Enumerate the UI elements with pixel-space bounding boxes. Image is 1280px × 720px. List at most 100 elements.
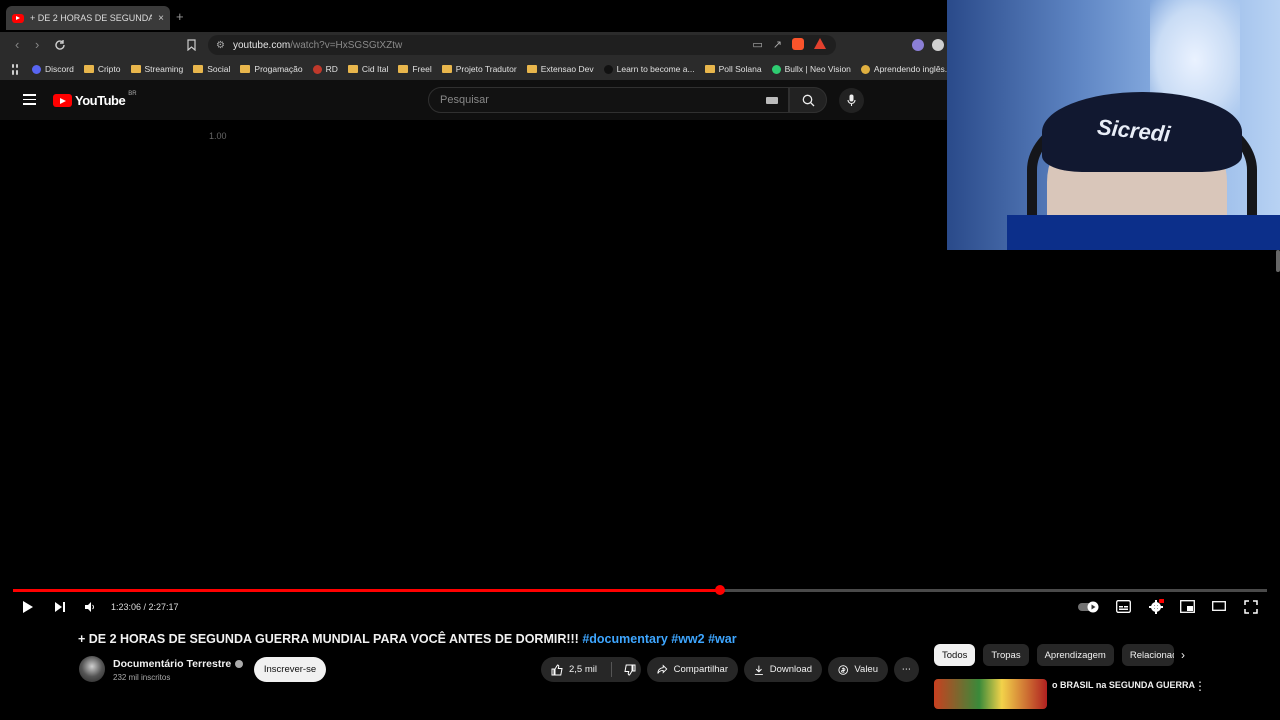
menu-icon[interactable] — [23, 94, 36, 105]
tab-title: + DE 2 HORAS DE SEGUNDA GU — [30, 13, 153, 23]
browser-tab-active[interactable]: + DE 2 HORAS DE SEGUNDA GU × — [6, 6, 170, 30]
thanks-label: Valeu — [854, 664, 878, 675]
youtube-logo[interactable]: YouTube BR — [53, 90, 137, 108]
like-icon[interactable] — [551, 663, 563, 676]
bookmark-item[interactable]: Cripto — [83, 64, 121, 74]
bookmark-label: Social — [207, 64, 231, 74]
bookmark-item[interactable]: Social — [193, 64, 230, 74]
apps-grid-icon[interactable] — [12, 63, 18, 75]
chevron-right-icon[interactable]: › — [1181, 648, 1185, 662]
theater-mode-icon[interactable] — [1212, 601, 1226, 611]
site-settings-icon[interactable]: ⚙ — [216, 40, 225, 51]
channel-avatar[interactable] — [79, 656, 105, 682]
folder-icon — [83, 65, 94, 73]
youtube-masthead: YouTube BR Pesquisar — [0, 80, 948, 120]
search-button[interactable] — [789, 87, 827, 113]
thanks-button[interactable]: Valeu — [828, 657, 888, 682]
bookmark-label: Extensao Dev — [540, 64, 594, 74]
progress-bar[interactable] — [13, 585, 1267, 595]
bookmark-item[interactable]: Learn to become a... — [603, 64, 695, 74]
filter-chip[interactable]: Relacionad — [1121, 644, 1174, 666]
dislike-icon[interactable] — [624, 664, 636, 676]
search-placeholder: Pesquisar — [440, 94, 489, 106]
search-input[interactable]: Pesquisar — [428, 87, 789, 113]
bookmark-item[interactable]: Bullx | Neo Vision — [771, 64, 851, 74]
verified-badge-icon — [235, 660, 244, 669]
bookmark-item[interactable]: Progamação — [240, 64, 303, 74]
play-icon[interactable] — [22, 600, 34, 614]
brave-shields-icon[interactable] — [792, 38, 804, 50]
player-controls: 1:23:06 / 2:27:17 — [0, 597, 1280, 619]
bookmark-item[interactable]: Freel — [398, 64, 432, 74]
keyboard-icon[interactable] — [766, 97, 778, 104]
voice-search-button[interactable] — [839, 88, 864, 113]
miniplayer-icon[interactable] — [1180, 600, 1195, 613]
filter-chip[interactable]: Todos — [934, 644, 976, 666]
subscribe-button[interactable]: Inscrever-se — [254, 657, 326, 682]
channel-name-row[interactable]: Documentário Terrestre — [113, 658, 244, 670]
bookmark-label: Discord — [45, 64, 74, 74]
share-label: Compartilhar — [673, 664, 728, 675]
bullx-icon — [771, 64, 781, 74]
folder-icon — [193, 65, 204, 73]
extension-puzzle-icon[interactable] — [932, 39, 944, 51]
address-bar[interactable]: ⚙ youtube.com/watch?v=HxSGSGtXZtw ▭ ↗ — [208, 35, 836, 55]
bookmark-item[interactable]: Streaming — [130, 64, 183, 74]
autoplay-toggle-icon[interactable] — [1078, 601, 1102, 613]
brave-rewards-icon[interactable] — [814, 38, 826, 49]
recommended-more-icon[interactable]: ⋮ — [1194, 679, 1206, 693]
settings-gear-icon[interactable] — [1148, 599, 1164, 615]
bookmark-item[interactable]: Cid Ital — [347, 64, 388, 74]
youtube-play-logo-icon — [53, 94, 72, 107]
channel-name[interactable]: Documentário Terrestre — [113, 658, 231, 670]
volume-icon[interactable] — [84, 601, 96, 613]
discord-icon — [32, 64, 41, 74]
filter-chip[interactable]: Aprendizagem — [1036, 644, 1114, 666]
share-button[interactable]: Compartilhar — [647, 657, 738, 682]
bookmark-item[interactable]: Projeto Tradutor — [441, 64, 517, 74]
bookmark-icon[interactable] — [187, 39, 196, 51]
region-code: BR — [128, 90, 137, 97]
time-display: 1:23:06 / 2:27:17 — [111, 602, 179, 612]
folder-icon — [704, 65, 715, 73]
site-icon — [860, 64, 870, 74]
bookmark-label: Projeto Tradutor — [455, 64, 517, 74]
rd-icon — [312, 64, 322, 74]
cast-icon[interactable]: ▭ — [752, 38, 762, 51]
next-video-icon[interactable] — [54, 600, 66, 614]
fullscreen-icon[interactable] — [1244, 600, 1258, 614]
extensions-area — [912, 39, 944, 51]
forward-arrow-icon[interactable]: › — [35, 37, 39, 52]
new-tab-button[interactable]: + — [176, 9, 184, 24]
bookmark-item[interactable]: Aprendendo inglês... — [860, 64, 948, 74]
subtitles-icon[interactable] — [1116, 600, 1131, 613]
url-host: youtube.com — [232, 39, 291, 51]
share-page-icon[interactable]: ↗ — [773, 38, 782, 51]
extension-icon[interactable] — [912, 39, 924, 51]
video-title-text: + DE 2 HORAS DE SEGUNDA GUERRA MUNDIAL P… — [78, 632, 579, 646]
recommended-video-title[interactable]: o BRASIL na SEGUNDA GUERRA — [1052, 680, 1195, 690]
download-button[interactable]: Download — [744, 657, 822, 682]
logo-wordmark: YouTube — [75, 93, 126, 108]
more-actions-button[interactable]: ⋯ — [894, 657, 919, 682]
bookmark-item[interactable]: RD — [312, 64, 338, 74]
bookmark-label: Bullx | Neo Vision — [784, 64, 851, 74]
tab-close-icon[interactable]: × — [158, 13, 164, 24]
video-hashtags[interactable]: #documentary #ww2 #war — [582, 632, 736, 646]
bookmark-item[interactable]: Discord — [32, 64, 74, 74]
bookmark-label: Cripto — [97, 64, 121, 74]
youtube-favicon-icon — [12, 13, 24, 23]
bookmark-item[interactable]: Extensao Dev — [526, 64, 594, 74]
page-scrollbar[interactable] — [1276, 250, 1280, 272]
video-title: + DE 2 HORAS DE SEGUNDA GUERRA MUNDIAL P… — [78, 632, 737, 646]
like-count[interactable]: 2,5 mil — [569, 664, 597, 675]
bookmark-item[interactable]: Poll Solana — [704, 64, 762, 74]
filter-chip[interactable]: Tropas — [983, 644, 1029, 666]
reload-icon[interactable] — [54, 39, 66, 51]
browser-toolbar: ‹ › ⚙ youtube.com/watch?v=HxSGSGtXZtw ▭ … — [0, 32, 948, 58]
back-arrow-icon[interactable]: ‹ — [15, 37, 19, 52]
recommended-video-thumbnail[interactable] — [934, 679, 1047, 709]
bookmark-label: Progamação — [254, 64, 303, 74]
folder-icon — [526, 65, 537, 73]
search-icon — [802, 94, 814, 106]
